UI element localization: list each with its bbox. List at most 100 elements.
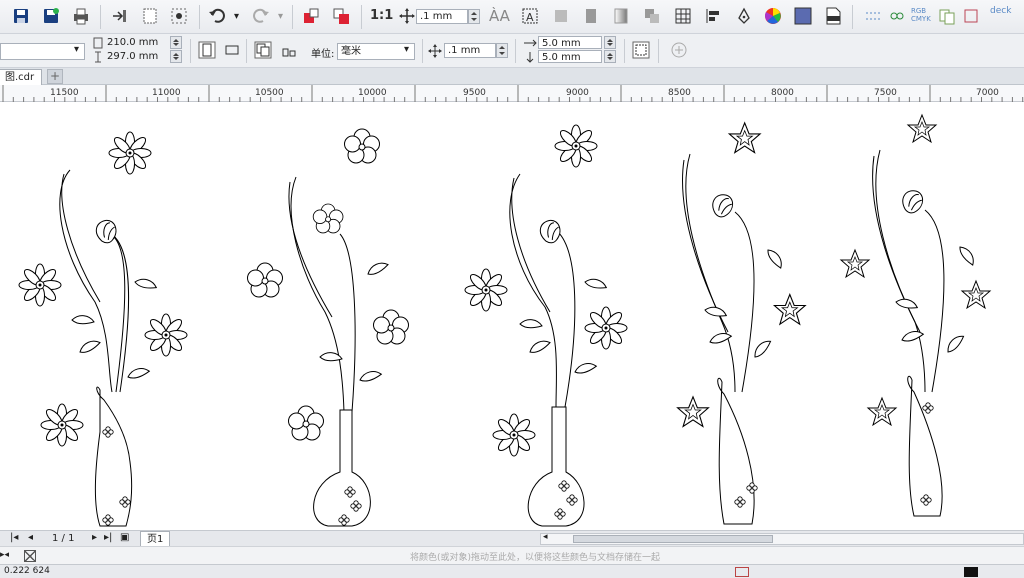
- undo-icon[interactable]: [208, 7, 226, 25]
- publish-icon[interactable]: [332, 7, 350, 25]
- palette-hint: 将颜色(或对象)拖动至此处，以便将这些颜色与文档存储在一起: [410, 553, 661, 563]
- horizontal-ruler[interactable]: 11500 11000 10500 10000 9500 9000 8500 8…: [0, 85, 1024, 102]
- nudge-spinner[interactable]: [496, 43, 508, 58]
- page-height-spinner[interactable]: [170, 50, 182, 63]
- document-tab[interactable]: 图.cdr: [0, 69, 42, 85]
- page-border-icon[interactable]: [632, 41, 650, 59]
- page-width-input[interactable]: 210.0 mm: [104, 36, 168, 49]
- ruler-tick: 11000: [152, 88, 181, 98]
- first-page-icon[interactable]: |◂: [10, 532, 18, 543]
- pdf-icon[interactable]: [824, 7, 842, 25]
- color-wheel-icon[interactable]: [764, 7, 782, 25]
- vase-design-2[interactable]: [247, 128, 409, 527]
- page-tab[interactable]: 页1: [140, 531, 171, 547]
- vase-design-1[interactable]: [18, 131, 188, 527]
- duplicate-x-input[interactable]: 5.0 mm: [538, 36, 602, 49]
- nudge-icon: [398, 7, 416, 25]
- page-navigator: |◂ ◂ 1 / 1 ▸ ▸| ▣ 页1 ◂: [0, 530, 1024, 547]
- vase-design-4[interactable]: [677, 122, 806, 525]
- units-chevron-icon[interactable]: ▾: [404, 44, 409, 55]
- gradient-icon[interactable]: [582, 7, 600, 25]
- duplicate-icon[interactable]: [938, 7, 956, 25]
- copy-props-icon[interactable]: [962, 7, 980, 25]
- height-icon: [92, 51, 104, 63]
- import-icon[interactable]: [110, 7, 128, 25]
- zoom-spinner[interactable]: [468, 9, 480, 24]
- print-icon[interactable]: [72, 7, 90, 25]
- palette-arrow-icon[interactable]: ▸◂: [0, 550, 9, 560]
- last-page-icon[interactable]: ▸|: [104, 532, 112, 543]
- rgb-cmyk-icon[interactable]: RGB CMYK: [911, 7, 931, 25]
- ruler-tick: 8500: [668, 88, 691, 98]
- ruler-tick: 7500: [874, 88, 897, 98]
- dup-y-spinner[interactable]: [604, 50, 616, 63]
- drawing-canvas[interactable]: [0, 102, 1024, 530]
- next-page-icon[interactable]: ▸: [92, 532, 97, 543]
- nudge-distance-input[interactable]: .1 mm: [444, 43, 496, 58]
- units-label: 单位:: [311, 49, 335, 60]
- scrollbar-thumb[interactable]: [573, 535, 773, 543]
- dock-icon[interactable]: deck: [990, 7, 1011, 25]
- paper-size-dropdown[interactable]: [0, 43, 85, 60]
- page-height-input[interactable]: 297.0 mm: [104, 50, 168, 63]
- horizontal-scrollbar[interactable]: ◂: [540, 532, 1024, 545]
- new-tab-icon[interactable]: +: [47, 69, 63, 84]
- document-palette: ▸◂ 将颜色(或对象)拖动至此处，以便将这些颜色与文档存储在一起: [0, 546, 1024, 564]
- add-page-icon[interactable]: ▣: [120, 532, 129, 543]
- status-fill-indicator[interactable]: [735, 567, 749, 577]
- text-frame-icon[interactable]: A: [521, 7, 539, 25]
- status-outline-indicator[interactable]: [964, 567, 978, 577]
- vase-design-5[interactable]: [840, 114, 991, 517]
- ruler-tick: 10500: [255, 88, 284, 98]
- duplicate-y-input[interactable]: 5.0 mm: [538, 50, 602, 63]
- save-as-icon[interactable]: [42, 7, 60, 25]
- pen-icon[interactable]: [735, 7, 753, 25]
- transparency-icon[interactable]: [612, 7, 630, 25]
- zoom-input[interactable]: .1 mm: [416, 9, 468, 24]
- fill-icon[interactable]: [794, 7, 812, 25]
- status-bar: 0.222 624: [0, 564, 1024, 578]
- dimension-icon[interactable]: [888, 7, 906, 25]
- portrait-icon[interactable]: [198, 41, 216, 59]
- property-bar: ▾ 210.0 mm 297.0 mm 单位: 毫米 ▾ .1 mm 5.0 m…: [0, 34, 1024, 68]
- scroll-left-icon[interactable]: ◂: [543, 532, 548, 542]
- nudge-distance-icon: [428, 44, 442, 58]
- grid-icon[interactable]: [674, 7, 692, 25]
- page-width-spinner[interactable]: [170, 36, 182, 49]
- zoom-1to1-icon[interactable]: 1:1: [370, 7, 393, 25]
- no-color-swatch[interactable]: [24, 550, 36, 562]
- dup-x-icon: [523, 37, 537, 49]
- dup-x-spinner[interactable]: [604, 36, 616, 49]
- width-icon: [92, 37, 104, 49]
- svg-text:A: A: [526, 11, 534, 24]
- align-icon[interactable]: [704, 7, 722, 25]
- snap-icon[interactable]: [170, 7, 188, 25]
- ruler-tick: 7000: [976, 88, 999, 98]
- document-tabs: 图.cdr +: [0, 68, 1024, 85]
- combine-icon[interactable]: [643, 7, 661, 25]
- current-page-icon[interactable]: [280, 41, 298, 59]
- vase-design-3[interactable]: [464, 124, 628, 527]
- save-icon[interactable]: [12, 7, 30, 25]
- page-counter: 1 / 1: [52, 533, 75, 544]
- ruler-tick: 10000: [358, 88, 387, 98]
- ruler-tick: 8000: [771, 88, 794, 98]
- ruler-tick: 9500: [463, 88, 486, 98]
- vase-artwork[interactable]: [0, 102, 1024, 530]
- redo-icon[interactable]: [252, 7, 270, 25]
- chevron-down-icon[interactable]: ▾: [74, 44, 79, 55]
- undo-dropdown-icon[interactable]: ▾: [234, 11, 239, 22]
- ruler-tick: 9000: [566, 88, 589, 98]
- add-icon[interactable]: [670, 41, 688, 59]
- export-icon[interactable]: [302, 7, 320, 25]
- page-frame-icon[interactable]: [141, 7, 159, 25]
- bitmap-icon[interactable]: [552, 7, 570, 25]
- all-pages-icon[interactable]: [254, 41, 272, 59]
- redo-dropdown-icon[interactable]: ▾: [278, 11, 283, 22]
- landscape-icon[interactable]: [223, 41, 241, 59]
- text-icon[interactable]: ÀA: [489, 7, 510, 25]
- standard-toolbar: ▾ ▾ 1:1 .1 mm ÀA A RGB CMYK deck: [0, 0, 1024, 34]
- prev-page-icon[interactable]: ◂: [28, 532, 33, 543]
- cursor-position: 0.222 624: [4, 566, 50, 576]
- guides-icon[interactable]: [864, 7, 882, 25]
